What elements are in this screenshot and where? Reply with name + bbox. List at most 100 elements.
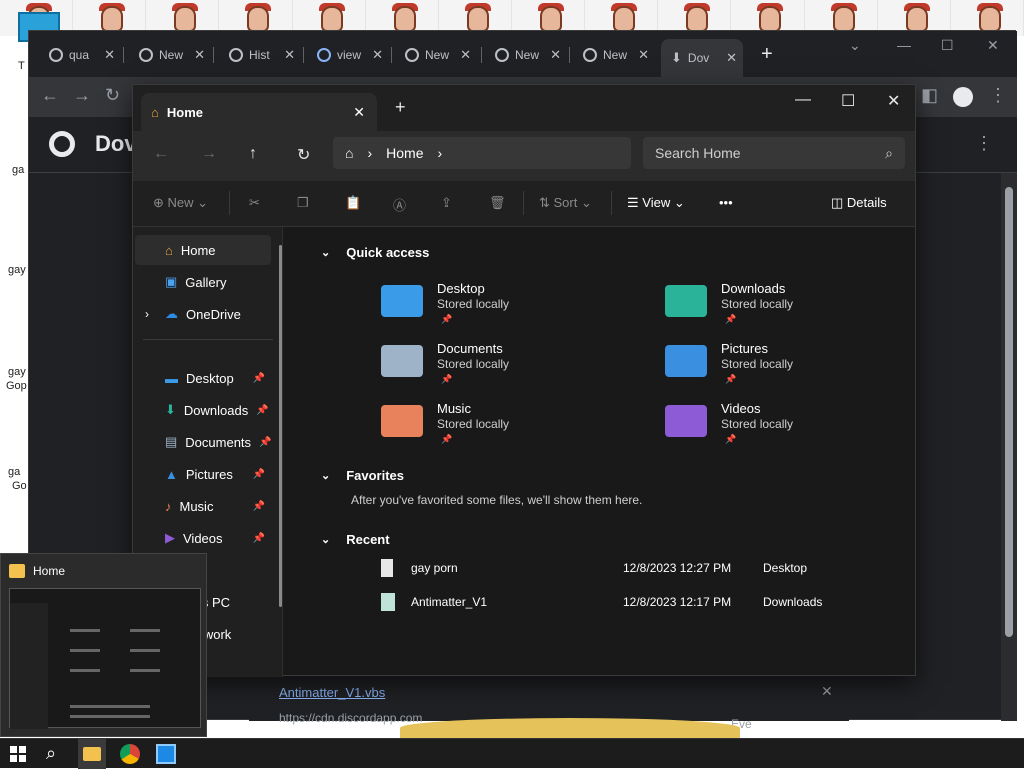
quick-access-item[interactable]: Videos Stored locally 📌 [665,401,885,453]
share-icon[interactable]: ⇪ [441,195,452,211]
close-icon[interactable]: ✕ [638,47,649,63]
close-icon[interactable]: ✕ [284,47,295,63]
page-scrollbar[interactable] [1001,173,1017,721]
recent-file-row[interactable]: Antimatter_V1 12/8/2023 12:17 PM Downloa… [353,591,833,613]
close-window-button[interactable]: ✕ [887,91,900,111]
file-explorer-icon[interactable] [78,739,106,769]
maximize-button[interactable]: ☐ [841,91,855,111]
paste-icon[interactable]: 📋 [345,195,361,211]
taskbar-preview[interactable]: Home [0,553,207,737]
pin-icon[interactable]: 📌 [259,437,271,448]
refresh-icon[interactable]: ↻ [297,145,310,165]
view-button[interactable]: ☰ View ⌄ [627,195,685,211]
delete-icon[interactable]: 🗑 [489,195,506,211]
menu-icon[interactable]: ⋮ [989,85,1007,106]
recent-file-row[interactable]: gay porn 12/8/2023 12:27 PM Desktop [353,557,833,579]
sidebar-item-onedrive[interactable]: › ☁ OneDrive [135,299,271,329]
reload-icon[interactable]: ↻ [105,85,120,106]
recent-header[interactable]: ⌄ Recent [321,532,390,547]
new-tab-button[interactable]: + [761,43,773,66]
close-icon[interactable]: ✕ [550,47,561,63]
quick-access-header[interactable]: ⌄ Quick access [321,245,429,260]
up-icon[interactable]: ↑ [249,145,257,163]
breadcrumb[interactable]: Home [386,145,423,161]
quick-access-item[interactable]: Music Stored locally 📌 [381,401,601,453]
minimize-button[interactable]: — [795,91,811,109]
search-input[interactable]: Search Home ⌕ [643,137,905,169]
tab-label: qua [69,48,90,62]
chrome-tab[interactable]: view ✕ [307,41,389,69]
close-window-button[interactable]: ✕ [987,37,999,54]
rename-icon[interactable]: Ⓐ [393,195,406,214]
back-icon[interactable]: ← [153,145,169,163]
pin-icon[interactable]: 📌 [253,533,265,544]
search-icon[interactable]: ⌕ [46,743,68,765]
new-tab-button[interactable]: + [395,97,406,118]
chevron-down-icon[interactable]: ⌄ [321,469,330,482]
minimize-button[interactable]: — [897,37,911,53]
quick-access-item[interactable]: Pictures Stored locally 📌 [665,341,885,393]
pin-icon[interactable]: 📌 [253,373,265,384]
maximize-button[interactable]: ☐ [941,37,954,54]
chrome-icon[interactable] [120,744,140,764]
chevron-right-icon[interactable]: › [438,145,443,161]
close-icon[interactable]: ✕ [194,47,205,63]
pin-icon[interactable]: 📌 [253,501,265,512]
new-button[interactable]: ⊕ New ⌄ [153,195,208,211]
profile-icon[interactable] [953,87,973,107]
sidebar-item-videos[interactable]: ▶ Videos 📌 [135,523,271,553]
sidebar-icon[interactable]: ◧ [921,85,938,106]
explorer-tab[interactable]: ⌂ Home ✕ [141,93,377,131]
pin-icon[interactable]: 📌 [253,469,265,480]
quick-access-item[interactable]: Documents Stored locally 📌 [381,341,601,393]
sort-button[interactable]: ⇅ Sort ⌄ [539,195,592,211]
forward-icon[interactable]: → [201,145,217,163]
download-filename-link[interactable]: Antimatter_V1.vbs [279,685,385,700]
chevron-down-icon[interactable]: ⌄ [321,246,330,259]
scrollbar-thumb[interactable] [1005,187,1013,637]
sidebar-item-pictures[interactable]: ▲ Pictures 📌 [135,459,271,489]
details-button[interactable]: ◫ Details [831,195,887,211]
sidebar-item-gallery[interactable]: ▣ Gallery [135,267,271,297]
chrome-tab[interactable]: New ✕ [485,41,567,69]
cut-icon[interactable]: ✂ [249,195,260,211]
chrome-tab[interactable]: qua ✕ [39,41,121,69]
pin-icon[interactable]: 📌 [256,405,268,416]
preview-thumbnail[interactable] [9,588,201,729]
sidebar-item-documents[interactable]: ▤ Documents 📌 [135,427,272,457]
close-icon[interactable]: ✕ [353,104,365,121]
more-options-icon[interactable]: ••• [719,195,733,210]
address-bar[interactable]: ⌂ › Home › [333,137,631,169]
start-icon[interactable] [10,746,32,768]
close-icon[interactable]: ✕ [726,50,737,66]
remove-download-icon[interactable]: ✕ [821,683,833,700]
chrome-tab[interactable]: Hist ✕ [219,41,301,69]
copy-icon[interactable]: ❐ [297,195,309,211]
app-icon[interactable] [156,744,176,764]
sidebar-item-music[interactable]: ♪ Music 📌 [135,491,271,521]
sidebar-scrollbar[interactable] [279,245,282,607]
back-icon[interactable]: ← [41,85,59,106]
quick-access-item[interactable]: Desktop Stored locally 📌 [381,281,601,333]
close-icon[interactable]: ✕ [460,47,471,63]
favorites-header[interactable]: ⌄ Favorites [321,468,404,483]
chrome-tab[interactable]: New ✕ [395,41,477,69]
sidebar-item-home[interactable]: ⌂ Home [135,235,271,265]
forward-icon[interactable]: → [73,85,91,106]
more-options-icon[interactable]: ⋮ [975,133,993,154]
sidebar-item-desktop[interactable]: ▬ Desktop 📌 [135,363,271,393]
close-icon[interactable]: ✕ [104,47,115,63]
videos-folder-icon [665,405,707,437]
chevron-down-icon[interactable]: ⌄ [321,533,330,546]
close-icon[interactable]: ✕ [372,47,383,63]
tab-search-icon[interactable]: ⌄ [849,37,861,54]
chrome-tab[interactable]: New ✕ [129,41,211,69]
download-source-url[interactable]: https://cdn.discordapp.com [279,711,422,725]
chevron-right-icon[interactable]: › [145,307,149,321]
sidebar-item-downloads[interactable]: ⬇ Downloads 📌 [135,395,271,425]
chrome-tab[interactable]: New ✕ [573,41,655,69]
quick-access-item[interactable]: Downloads Stored locally 📌 [665,281,885,333]
downloads-folder-icon [665,285,707,317]
chrome-tab-active[interactable]: ⬇ Dov ✕ [661,39,743,77]
preview-title: Home [33,564,66,578]
